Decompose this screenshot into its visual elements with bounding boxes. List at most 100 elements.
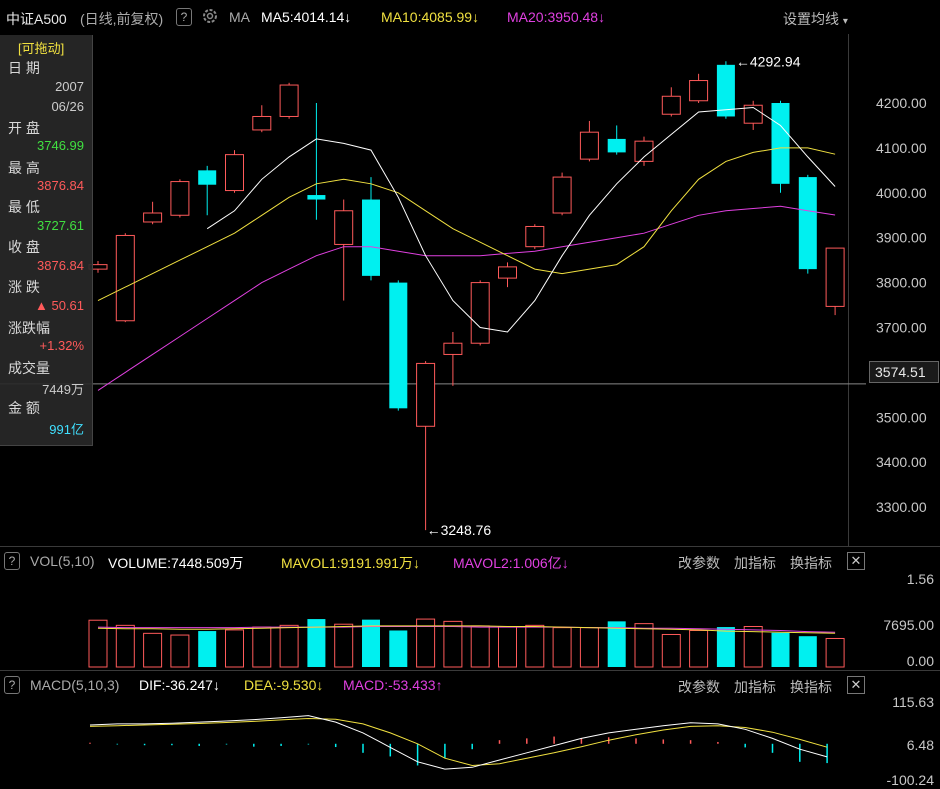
macd-indicator-name[interactable]: MACD(5,10,3) — [30, 677, 119, 693]
crosshair-price-tag: 3574.51 — [869, 361, 939, 383]
price-axis-label: 4200.00 — [876, 95, 927, 111]
candle-body — [252, 115, 272, 131]
low-marker: ←3248.76 — [427, 522, 492, 538]
volume-bar — [170, 634, 190, 668]
volume-bar — [552, 627, 572, 668]
candle — [470, 280, 490, 346]
pct-value: +1.32% — [39, 338, 84, 353]
volume-bar — [225, 629, 244, 668]
close-value: 3876.84 — [37, 258, 84, 273]
candle-body — [579, 131, 599, 160]
volume-bar — [579, 627, 599, 668]
open-label: 开 盘 — [8, 120, 40, 136]
candle — [771, 100, 790, 193]
candle — [689, 73, 709, 103]
low-label: 最 低 — [8, 199, 40, 215]
candle-body — [470, 282, 490, 344]
candle-body — [389, 282, 408, 409]
volume-bar — [498, 625, 517, 668]
macd-value: MACD:-53.433↑ — [343, 677, 443, 693]
macd-swap-indicator-button[interactable]: 换指标 — [790, 677, 832, 697]
ma5-line — [206, 106, 836, 333]
vol-close-icon[interactable]: ✕ — [847, 552, 865, 570]
volume-bar — [334, 623, 354, 668]
candle — [143, 201, 163, 225]
down-arrow-icon: ↓ — [212, 677, 220, 693]
vol-axis-label: 0.00 — [907, 653, 934, 669]
macd-params-button[interactable]: 改参数 — [678, 677, 720, 697]
vol-add-indicator-button[interactable]: 加指标 — [734, 553, 776, 573]
volume-bar — [716, 627, 735, 667]
macd-panel-header: ? MACD(5,10,3) DIF:-36.247↓ DEA:-9.530↓ … — [0, 671, 940, 697]
dea-line — [89, 717, 828, 767]
volume-bar — [743, 625, 763, 668]
high-label: 最 高 — [8, 160, 40, 176]
vol-params-button[interactable]: 改参数 — [678, 553, 720, 573]
candle-body — [307, 195, 326, 200]
vol-volume-value: VOLUME:7448.509万 — [108, 555, 244, 571]
mavol2-value: MAVOL2:1.006亿↓ — [453, 555, 569, 571]
mavol1-value: MAVOL1:9191.991万↓ — [281, 555, 421, 571]
change-value: ▲ 50.61 — [34, 298, 84, 313]
candle-body — [225, 154, 244, 192]
amount-value: 991亿 — [49, 422, 84, 437]
candle-body — [689, 80, 709, 102]
price-axis-label: 3800.00 — [876, 275, 927, 291]
volume-bar — [389, 630, 408, 667]
candle-body — [198, 170, 217, 185]
up-arrow-icon: ↑ — [435, 677, 443, 693]
candle — [334, 199, 354, 301]
candle-body — [115, 234, 135, 322]
volume-bar — [689, 629, 709, 668]
price-axis-label: 3500.00 — [876, 409, 927, 425]
help-icon[interactable]: ? — [4, 676, 20, 694]
candle — [170, 179, 190, 218]
volume-value: 7449万 — [42, 382, 84, 397]
candle — [389, 280, 408, 411]
candle — [579, 120, 599, 162]
candle-body — [443, 342, 463, 355]
vol-axis-label: 7695.00 — [883, 617, 934, 633]
candle — [225, 150, 244, 193]
candle — [552, 172, 572, 216]
candle — [362, 177, 380, 281]
candle-body — [607, 138, 626, 153]
date-label: 日 期 — [8, 60, 40, 76]
vol-panel-header: ? VOL(5,10) VOLUME:7448.509万 MAVOL1:9191… — [0, 547, 940, 573]
high-marker: ←4292.94 — [736, 53, 801, 69]
info-panel[interactable]: [可拖动] 日 期 2007 06/26 开 盘 3746.99 最 高 387… — [0, 35, 93, 446]
vol-swap-indicator-button[interactable]: 换指标 — [790, 553, 832, 573]
macd-close-icon[interactable]: ✕ — [847, 676, 865, 694]
candle-body — [525, 225, 545, 248]
close-label: 收 盘 — [8, 239, 40, 255]
candle-body — [552, 176, 572, 214]
volume-bar — [198, 631, 217, 667]
candle — [525, 224, 545, 249]
vol-indicator-name[interactable]: VOL(5,10) — [30, 553, 95, 569]
candle — [661, 87, 681, 117]
candle-body — [416, 362, 436, 427]
candle — [279, 82, 299, 119]
help-icon[interactable]: ? — [4, 552, 20, 570]
candle — [307, 103, 326, 220]
vol-axis-label: 1.56 — [907, 571, 934, 587]
volume-bar — [661, 633, 681, 668]
candle-body — [771, 103, 790, 184]
candle — [498, 262, 517, 288]
macd-add-indicator-button[interactable]: 加指标 — [734, 677, 776, 697]
volume-bar — [307, 619, 326, 667]
macd-axis-label: 6.48 — [907, 737, 934, 753]
volume-bar — [143, 632, 163, 668]
price-axis-label: 3900.00 — [876, 230, 927, 246]
volume-label: 成交量 — [8, 360, 50, 376]
candle-body — [143, 212, 163, 223]
drag-handle[interactable]: [可拖动] — [18, 38, 64, 57]
date-year: 2007 — [55, 79, 84, 94]
volume-bar — [525, 624, 545, 668]
candle-body — [661, 95, 681, 115]
crosshair-price-value: 3574.51 — [875, 364, 926, 380]
candle-body — [798, 177, 817, 270]
dea-value: DEA:-9.530↓ — [244, 677, 324, 693]
volume-bar — [470, 625, 490, 668]
ma20-line — [97, 205, 836, 391]
